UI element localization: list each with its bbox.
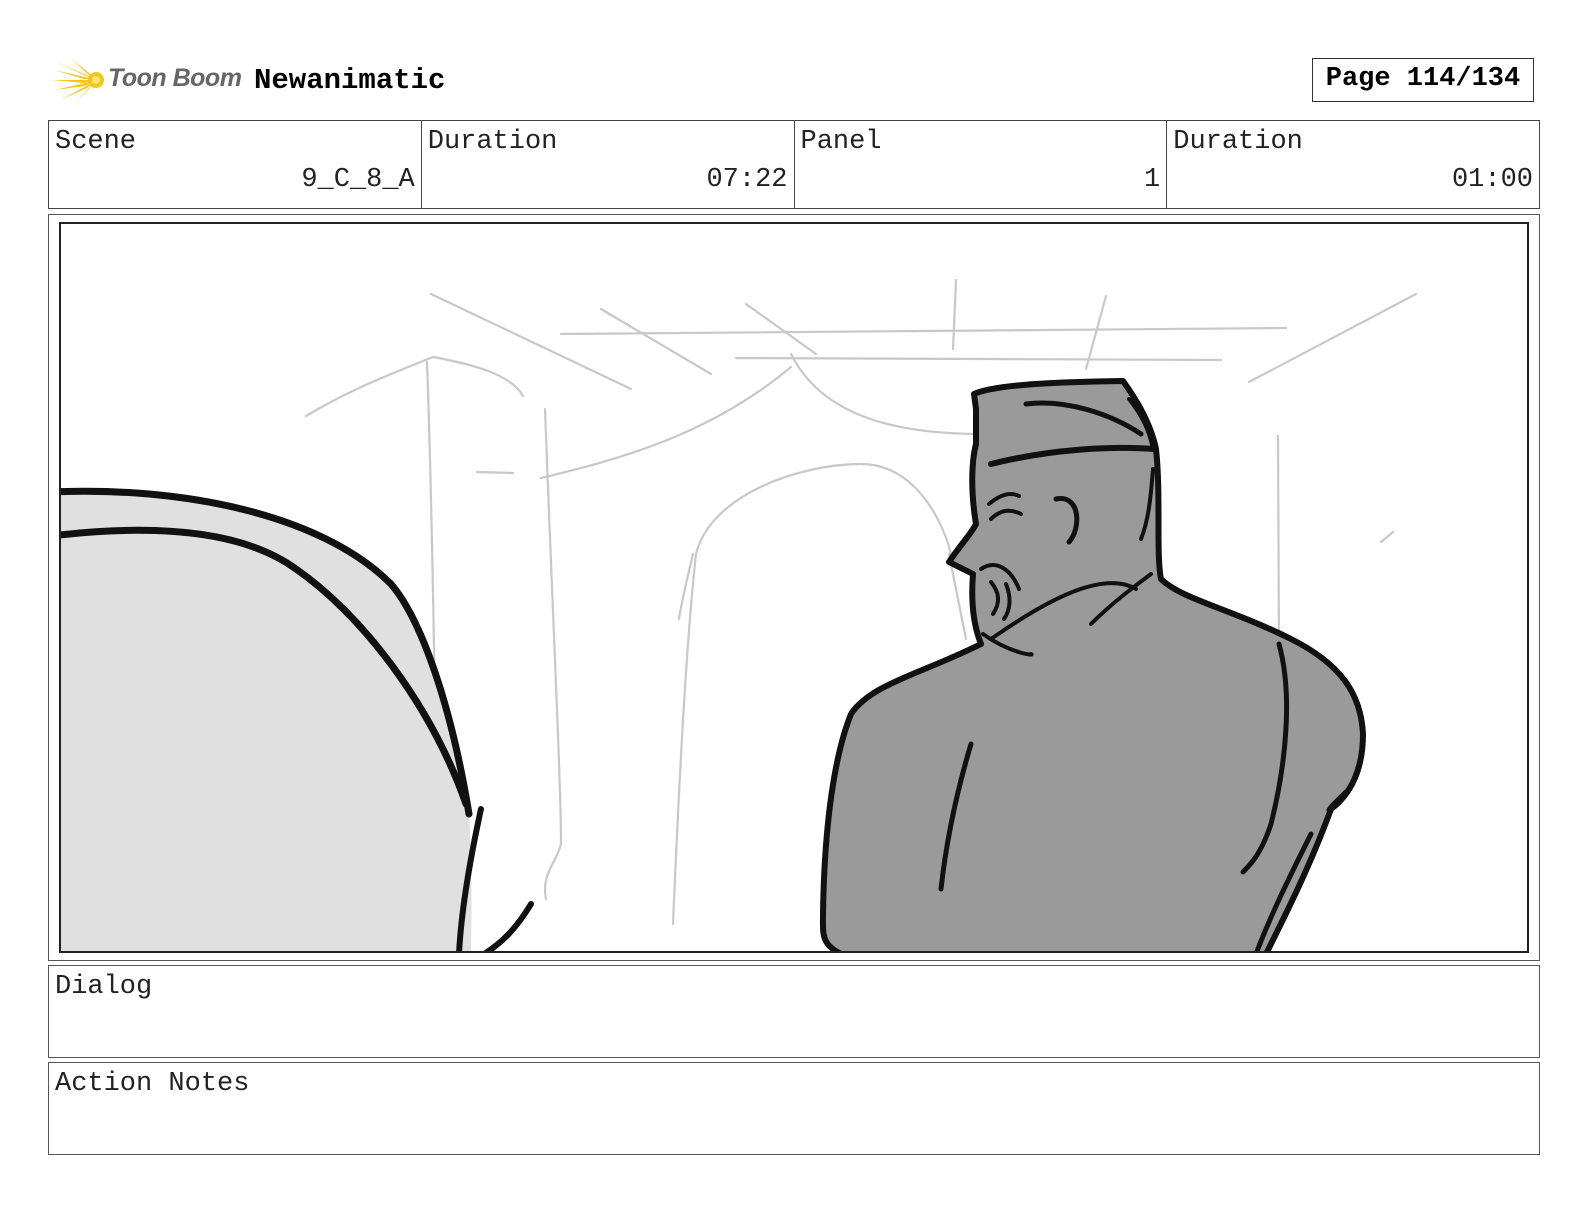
panel-value: 1 — [1144, 165, 1161, 195]
scene-label: Scene — [55, 127, 137, 157]
scene-info-row: Scene 9_C_8_A Duration 07:22 Panel 1 Dur… — [48, 120, 1540, 209]
scene-duration-label: Duration — [427, 127, 558, 157]
scene-value: 9_C_8_A — [301, 165, 415, 195]
scene-duration-value: 07:22 — [706, 165, 788, 195]
action-notes-label: Action Notes — [55, 1069, 250, 1099]
panel-image — [59, 222, 1529, 953]
project-title: Newanimatic — [254, 64, 446, 97]
scene-cell: Scene 9_C_8_A — [49, 121, 422, 208]
panel-duration-value: 01:00 — [1451, 165, 1533, 195]
panel-label: Panel — [800, 127, 882, 157]
starburst-icon — [52, 58, 104, 104]
dialog-box: Dialog — [48, 965, 1540, 1058]
panel-frame — [48, 214, 1540, 961]
panel-cell: Panel 1 — [795, 121, 1168, 208]
page-indicator: Page 114/134 — [1312, 58, 1534, 102]
storyboard-sketch — [61, 278, 1418, 951]
toon-boom-logo: Toon Boom — [52, 56, 242, 106]
logo-text: Toon Boom — [108, 64, 242, 92]
scene-duration-cell: Duration 07:22 — [422, 121, 795, 208]
dialog-label: Dialog — [55, 972, 153, 1002]
action-notes-box: Action Notes — [48, 1062, 1540, 1155]
panel-duration-cell: Duration 01:00 — [1167, 121, 1539, 208]
character-figure — [819, 378, 1366, 951]
panel-duration-label: Duration — [1173, 127, 1303, 157]
foreground-shape — [61, 487, 534, 951]
storyboard-header: Toon Boom Newanimatic Page 114/134 — [48, 56, 1540, 106]
